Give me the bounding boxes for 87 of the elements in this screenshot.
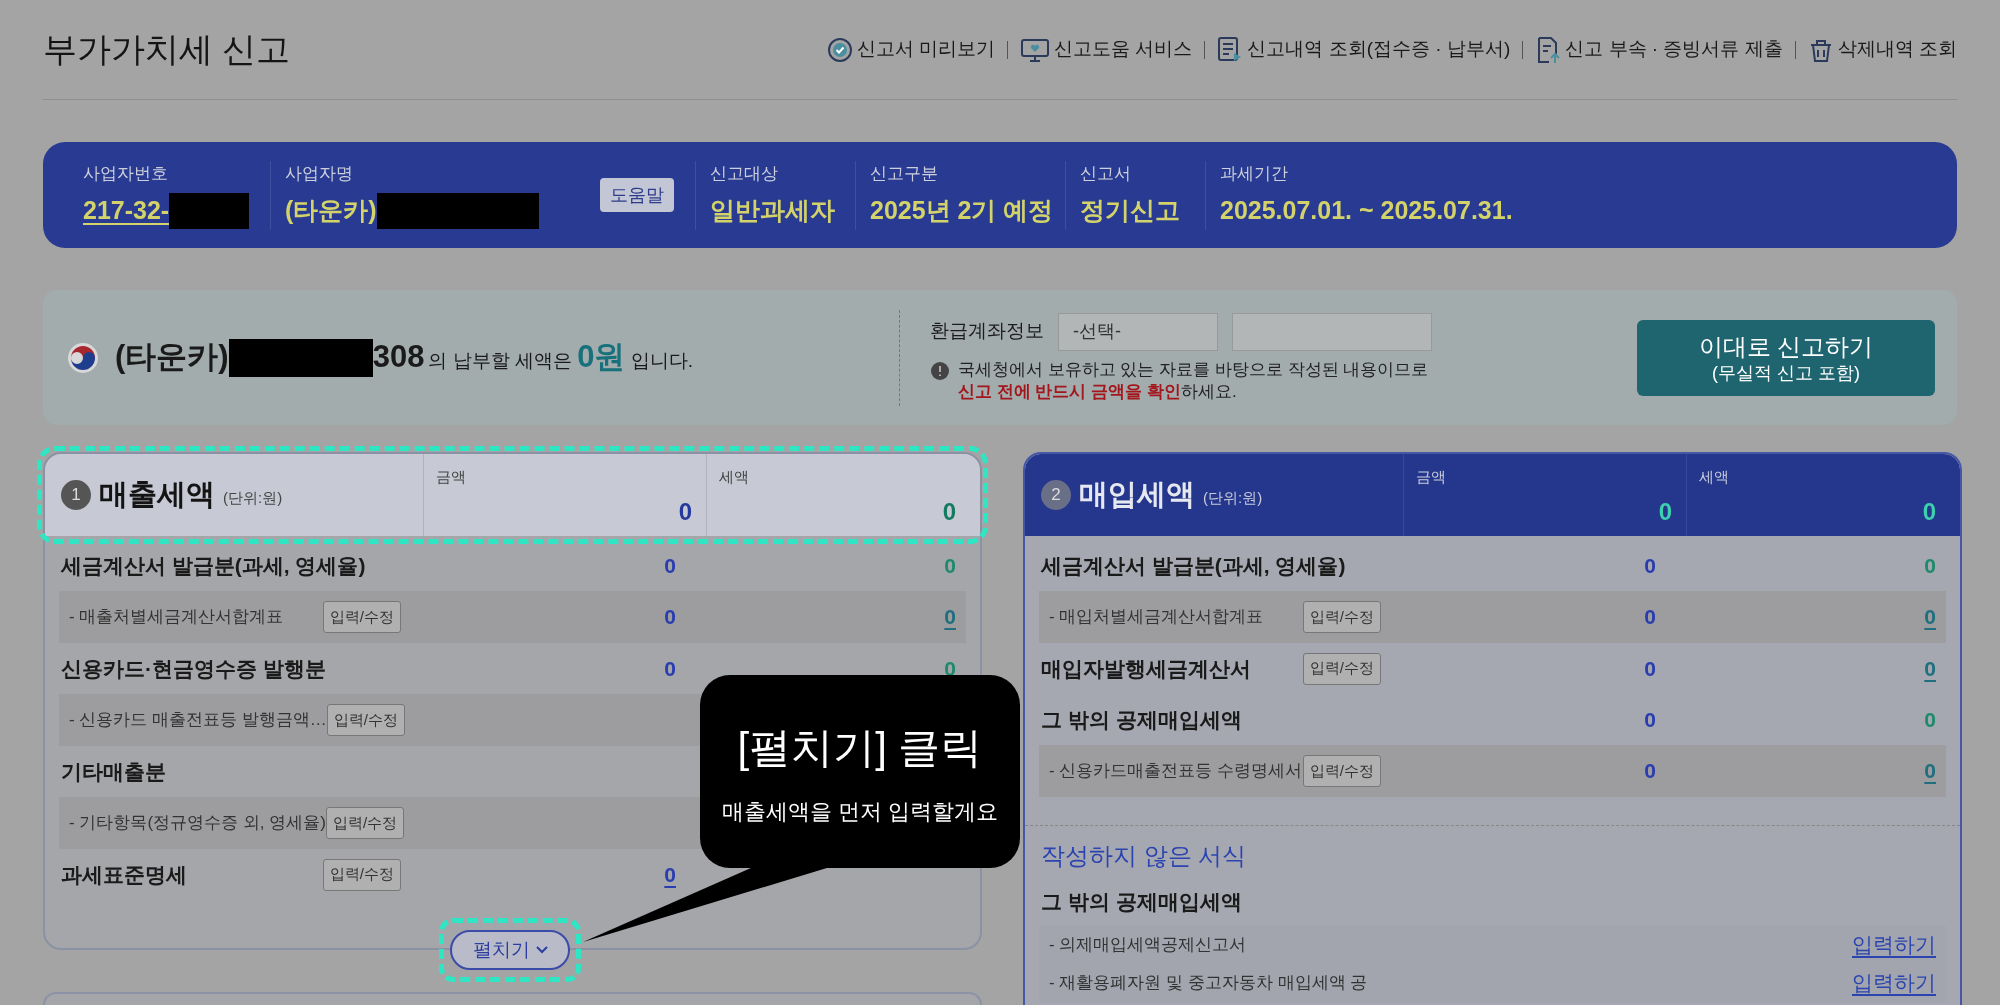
row-label: - 기타항목(정규영수증 외, 영세율)	[69, 812, 326, 835]
row-label: - 매입처별세금계산서합계표	[1049, 606, 1264, 629]
amount-value: 0	[664, 656, 676, 680]
monitor-heart-icon	[1020, 36, 1051, 63]
total-value: 0	[678, 500, 692, 524]
document-upload-icon	[1535, 35, 1562, 64]
total-value: 0	[1922, 500, 1936, 524]
bank-select[interactable]: -선택-	[1058, 312, 1218, 351]
tax-value: 0	[1924, 707, 1936, 731]
edit-button[interactable]: 입력/수정	[322, 858, 401, 891]
row-label: - 매출처별세금계산서합계표	[69, 606, 284, 629]
row-label: - 신용카드매출전표등 수령명세서	[1049, 760, 1303, 783]
row-label: 기타매출분	[61, 758, 166, 785]
row-label: 신용카드·현금영수증 발행분	[61, 655, 326, 682]
input-link[interactable]: 입력하기	[1852, 966, 1936, 999]
amount-value: 0	[1644, 553, 1656, 577]
field-value: (타운카)	[285, 195, 377, 226]
amount-value: 0	[1644, 656, 1656, 680]
row-label: 세금계산서 발급분(과세, 영세율)	[61, 552, 366, 579]
notice-text: 국세청에서 보유하고 있는 자료를 바탕으로 작성된 내용이므로 신고 전에 반드시 금액을 확인하세요.	[958, 358, 1429, 403]
column-label: 세액	[1699, 467, 1730, 487]
refund-account-label: 환급계좌정보	[930, 319, 1044, 344]
amount-value: 0	[1644, 707, 1656, 731]
header-link[interactable]: 신고 부속 · 증빙서류 제출	[1535, 35, 1783, 64]
field-value: 2025.07.01. ~ 2025.07.31.	[1220, 195, 1513, 226]
help-button[interactable]: 도움말	[600, 178, 674, 212]
business-name-suffix: 308	[372, 338, 425, 377]
field-label: 신고서	[1080, 162, 1132, 185]
field-value: 217-32-	[83, 195, 170, 226]
column-label: 금액	[436, 467, 467, 487]
amount-value: 0	[664, 553, 676, 577]
edit-button[interactable]: 입력/수정	[1302, 601, 1381, 633]
header-link[interactable]: 신고도움 서비스	[1020, 35, 1193, 64]
header-link[interactable]: 신고내역 조회(접수증 · 납부서)	[1217, 35, 1511, 64]
step-number-badge: 1	[61, 480, 91, 510]
taegeuk-emblem-icon	[67, 341, 99, 374]
row-label: 그 밖의 공제매입세액	[1041, 706, 1242, 733]
unwritten-forms-heading: 작성하지 않은 서식	[1040, 841, 1248, 871]
header-link[interactable]: 신고서 미리보기	[826, 35, 996, 64]
exclamation-icon	[930, 360, 950, 381]
check-circle-icon	[826, 36, 853, 63]
field-label: 사업자번호	[83, 162, 169, 185]
row-label: 세금계산서 발급분(과세, 영세율)	[1041, 552, 1346, 579]
field-value: 정기신고	[1080, 195, 1180, 226]
page-title: 부가가치세 신고	[43, 29, 291, 70]
field-label: 사업자명	[285, 162, 354, 185]
row-label: - 의제매입세액공제신고서	[1049, 933, 1247, 956]
column-label: 금액	[1416, 467, 1447, 487]
header-link[interactable]: 삭제내역 조회	[1807, 35, 1957, 64]
tooltip-text: 매출세액을 먼저 입력할게요	[721, 797, 999, 826]
field-value: 2025년 2기 예정	[870, 195, 1054, 226]
unit-label: (단위:원)	[223, 487, 283, 508]
unit-label: (단위:원)	[1203, 487, 1263, 508]
row-label: - 재활용폐자원 및 중고자동차 매입세액 공	[1049, 971, 1368, 994]
field-label: 신고대상	[710, 162, 779, 185]
edit-button[interactable]: 입력/수정	[326, 704, 405, 736]
field-value: 일반과세자	[710, 195, 835, 226]
row-label: 과세표준명세	[61, 861, 187, 888]
group-heading: 그 밖의 공제매입세액	[1040, 889, 1243, 915]
amount-value: 0	[1644, 759, 1656, 783]
tax-due-sentence: 의 납부할 세액은 0원 입니다.	[428, 338, 694, 377]
field-label: 신고구분	[870, 162, 939, 185]
amount-value: 0	[1644, 605, 1656, 629]
tax-value: 0	[944, 553, 956, 577]
row-label: 매입자발행세금계산서	[1041, 655, 1251, 682]
total-value: 0	[942, 500, 956, 524]
row-label: - 신용카드 매출전표등 발행금액…	[69, 709, 327, 732]
input-link[interactable]: 입력하기	[1852, 928, 1936, 961]
business-name: (타운카)	[115, 338, 229, 377]
field-label: 과세기간	[1220, 162, 1289, 185]
edit-button[interactable]: 입력/수정	[325, 807, 405, 839]
column-label: 세액	[719, 467, 750, 487]
total-value: 0	[1658, 500, 1672, 524]
submit-report-button[interactable]: 이대로 신고하기 (무실적 신고 포함)	[1637, 319, 1935, 396]
section-title: 매출세액	[99, 477, 215, 513]
step-number-badge: 2	[1041, 480, 1071, 510]
chevron-down-icon	[535, 946, 548, 954]
amount-value[interactable]: 0	[664, 862, 676, 886]
edit-button[interactable]: 입력/수정	[1302, 652, 1381, 685]
expand-button[interactable]: 펼치기	[450, 930, 570, 970]
tax-value: 0	[1924, 553, 1936, 577]
edit-button[interactable]: 입력/수정	[322, 601, 401, 633]
amount-value: 0	[664, 605, 676, 629]
section-title: 매입세액	[1079, 477, 1195, 513]
account-number-field[interactable]	[1232, 312, 1432, 351]
tooltip-title: [펼치기] 클릭	[737, 722, 983, 773]
edit-button[interactable]: 입력/수정	[1302, 755, 1381, 787]
